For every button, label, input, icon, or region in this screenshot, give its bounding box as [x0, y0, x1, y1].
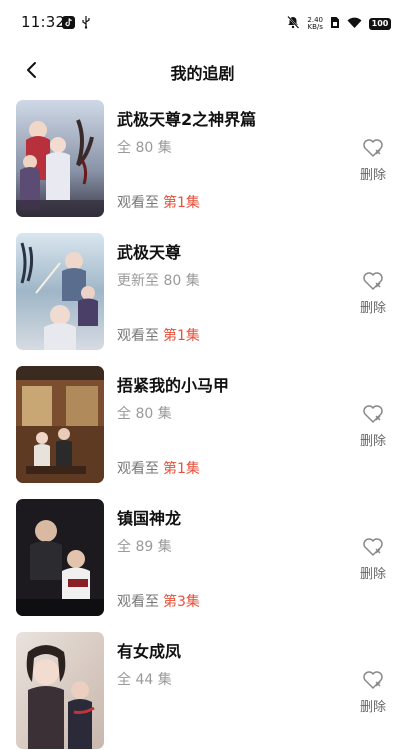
usb-icon: [81, 14, 91, 33]
list-item[interactable]: 捂紧我的小马甲 全 80 集 观看至 第1集 删除: [0, 366, 405, 484]
watch-progress-episode: 第1集: [163, 461, 200, 477]
heart-remove-icon: [363, 139, 383, 157]
drama-title[interactable]: 武极天尊2之神界篇: [117, 106, 256, 130]
delete-label: 删除: [359, 567, 386, 582]
poster-image[interactable]: [16, 366, 104, 483]
delete-label: 删除: [359, 434, 386, 449]
net-speed: 2.40 KB/s: [307, 15, 323, 31]
drama-title[interactable]: 武极天尊: [117, 239, 181, 263]
list-item[interactable]: 武极天尊 更新至 80 集 观看至 第1集 删除: [0, 233, 405, 351]
episode-count: 全 44 集: [117, 672, 172, 688]
heart-remove-icon: [363, 272, 383, 290]
status-time: 11:32: [21, 13, 66, 31]
poster-image[interactable]: [16, 632, 104, 749]
delete-button[interactable]: 删除: [355, 670, 391, 715]
delete-button[interactable]: 删除: [355, 537, 391, 582]
drama-title[interactable]: 捂紧我的小马甲: [117, 372, 229, 396]
watch-progress: 观看至 第1集: [117, 328, 200, 344]
delete-button[interactable]: 删除: [355, 271, 391, 316]
episode-count: 全 80 集: [117, 140, 172, 156]
watch-progress-episode: 第1集: [163, 195, 200, 211]
list-item[interactable]: 武极天尊2之神界篇 全 80 集 观看至 第1集 删除: [0, 100, 405, 218]
wifi-icon: [347, 14, 362, 33]
drama-title[interactable]: 镇国神龙: [117, 505, 181, 529]
watch-progress-episode: 第1集: [163, 328, 200, 344]
poster-drama-room-icon: [16, 366, 104, 483]
status-bar: 11:32 2.40 KB/s 100: [0, 0, 405, 44]
heart-remove-icon: [363, 538, 383, 556]
watch-progress: 观看至 第1集: [117, 461, 200, 477]
battery-icon: 100: [369, 17, 391, 30]
list-item[interactable]: 有女成凤 全 44 集 删除: [0, 632, 405, 750]
header: 我的追剧: [0, 50, 405, 90]
poster-image[interactable]: [16, 233, 104, 350]
delete-label: 删除: [359, 700, 386, 715]
watch-progress: 观看至 第3集: [117, 594, 200, 610]
episode-count: 全 80 集: [117, 406, 172, 422]
poster-fantasy-warriors-icon: [16, 100, 104, 217]
delete-button[interactable]: 删除: [355, 404, 391, 449]
heart-remove-icon: [363, 671, 383, 689]
drama-title[interactable]: 有女成凤: [117, 638, 181, 662]
poster-image[interactable]: [16, 100, 104, 217]
delete-button[interactable]: 删除: [355, 138, 391, 183]
page-title: 我的追剧: [170, 64, 235, 83]
sim-icon: [330, 14, 340, 33]
tiktok-icon: [62, 14, 75, 33]
mute-icon: [286, 14, 300, 33]
episode-count: 更新至 80 集: [117, 273, 200, 289]
heart-remove-icon: [363, 405, 383, 423]
watch-progress: 观看至 第1集: [117, 195, 200, 211]
poster-woman-portrait-icon: [16, 632, 104, 749]
delete-label: 删除: [359, 168, 386, 183]
list-item[interactable]: 镇国神龙 全 89 集 观看至 第3集 删除: [0, 499, 405, 617]
poster-image[interactable]: [16, 499, 104, 616]
watch-progress-episode: 第3集: [163, 594, 200, 610]
delete-label: 删除: [359, 301, 386, 316]
episode-count: 全 89 集: [117, 539, 172, 555]
poster-dark-action-icon: [16, 499, 104, 616]
poster-fantasy-hero-icon: [16, 233, 104, 350]
